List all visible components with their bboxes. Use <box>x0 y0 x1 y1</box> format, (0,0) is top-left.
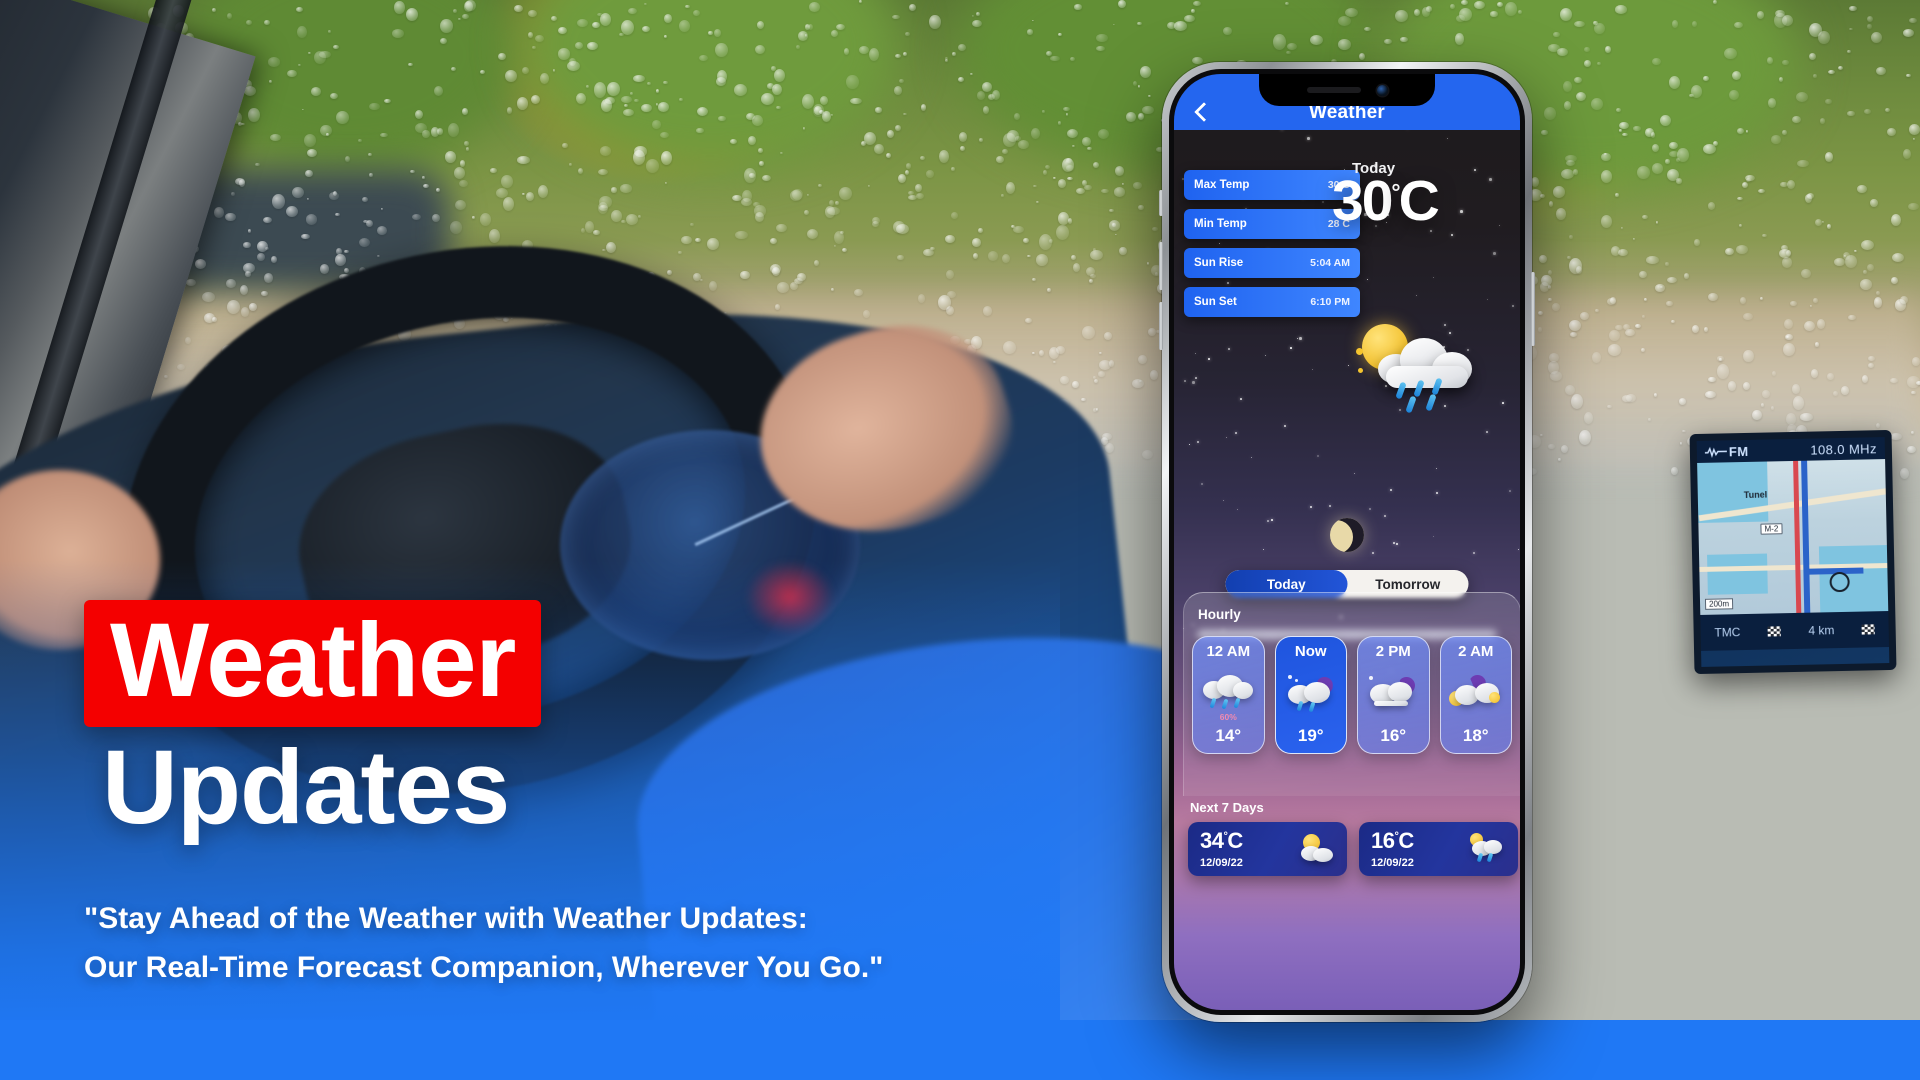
stat-label: Max Temp <box>1194 179 1250 191</box>
day-date: 12/09/22 <box>1371 856 1414 869</box>
cloud-shape <box>1378 336 1474 392</box>
hour-temp: 19° <box>1297 726 1324 745</box>
current-weather-section: Max Temp 30 C Min Temp 28 C Sun Rise 5:0… <box>1174 130 1520 639</box>
promo-title-block: Weather Updates <box>84 600 1084 843</box>
remaining-distance: 4 km <box>1808 623 1835 638</box>
day-forecast-card[interactable]: 34°C 12/09/22 <box>1188 822 1347 876</box>
map-road-label: M-2 <box>1760 523 1783 535</box>
phone-mute-switch[interactable] <box>1159 190 1163 216</box>
rain-cloud-night-icon <box>1284 673 1338 713</box>
stat-value: 6:10 PM <box>1310 296 1350 308</box>
heavy-rain-cloud-icon: 60% <box>1201 673 1255 722</box>
hour-temp: 14° <box>1215 726 1242 745</box>
title-subtitle: Updates <box>102 729 510 846</box>
promo-tagline: "Stay Ahead of the Weather with Weather … <box>84 895 1144 992</box>
hourly-card[interactable]: 2 PM 16° <box>1357 636 1430 754</box>
hour-temp: 18° <box>1462 726 1489 745</box>
phone-notch <box>1259 74 1435 106</box>
hourly-forecast-panel: Hourly 12 AM 60% 14° Now 19° 2 PM 16° 2 … <box>1183 592 1520 796</box>
degree-symbol: ° <box>1391 179 1400 205</box>
car-interior <box>0 0 1920 1080</box>
radio-frequency: 108.0 MHz <box>1810 440 1878 458</box>
tagline-line-1: "Stay Ahead of the Weather with Weather … <box>84 902 808 935</box>
hourly-title: Hourly <box>1198 607 1241 622</box>
precipitation-chance: 60% <box>1219 712 1237 722</box>
front-camera-icon <box>1376 84 1388 96</box>
stat-label: Sun Set <box>1194 296 1237 308</box>
tagline-line-2: Our Real-Time Forecast Companion, Wherev… <box>84 950 884 984</box>
crescent-moon-icon <box>1330 518 1364 552</box>
sun-behind-rain-cloud-icon <box>1356 320 1486 414</box>
fm-band-indicator: FM <box>1704 443 1749 459</box>
hour-temp: 16° <box>1380 726 1407 745</box>
hour-time: 2 AM <box>1458 643 1494 660</box>
traffic-label: TMC <box>1714 625 1741 640</box>
day-card-text: 34°C 12/09/22 <box>1200 827 1243 869</box>
stat-value: 5:04 AM <box>1310 257 1350 269</box>
hourly-card[interactable]: 12 AM 60% 14° <box>1192 636 1265 754</box>
title-badge-text: Weather <box>110 602 516 719</box>
today-temperature: 30°C <box>1332 173 1512 230</box>
stat-row-sun-set[interactable]: Sun Set 6:10 PM <box>1184 287 1360 317</box>
navigation-status-bar: TMC 4 km <box>1700 611 1890 651</box>
today-temperature-block: Today 30°C <box>1332 160 1512 230</box>
stat-label: Sun Rise <box>1194 257 1244 269</box>
stat-label: Min Temp <box>1194 218 1247 230</box>
checkered-flag-icon <box>1861 624 1875 635</box>
phone-mockup: Weather Max Temp 30 C Min Temp 28 C Sun … <box>1159 62 1535 1022</box>
fm-label: FM <box>1728 443 1749 459</box>
temperature-unit: C <box>1398 169 1440 233</box>
day-temperature: 16°C <box>1371 827 1414 853</box>
phone-bezel: Weather Max Temp 30 C Min Temp 28 C Sun … <box>1169 69 1525 1015</box>
hour-time: 2 PM <box>1375 643 1411 660</box>
partly-cloudy-night-icon <box>1448 673 1503 713</box>
waveform-icon <box>1704 446 1727 458</box>
map-place-label: Tunel <box>1743 489 1768 501</box>
next-7-days-row: 34°C 12/09/22 16°C 12/09/22 <box>1188 822 1518 876</box>
checkered-flag-icon <box>1767 626 1781 637</box>
title-badge: Weather <box>84 600 542 727</box>
day-card-text: 16°C 12/09/22 <box>1371 827 1414 869</box>
earpiece-speaker-icon <box>1306 87 1361 93</box>
bottom-blue-banner <box>0 1020 1920 1080</box>
hour-time: Now <box>1294 643 1327 660</box>
navigation-map: M-2 Tunel 200m <box>1697 459 1889 615</box>
phone-power-button[interactable] <box>1531 272 1535 346</box>
stat-row-sun-rise[interactable]: Sun Rise 5:04 AM <box>1184 248 1360 278</box>
car-navigation-screen: FM 108.0 MHz M-2 Tunel 200m TMC 4 km <box>1689 429 1897 675</box>
day-date: 12/09/22 <box>1200 856 1243 869</box>
day-temperature: 34°C <box>1200 827 1243 853</box>
rain-cloud-sun-icon <box>1466 832 1506 866</box>
hour-time: 12 AM <box>1206 643 1251 660</box>
hourly-card-selected[interactable]: Now 19° <box>1274 636 1347 754</box>
phone-volume-up[interactable] <box>1159 242 1163 290</box>
day-forecast-card[interactable]: 16°C 12/09/22 <box>1359 822 1518 876</box>
map-scale-label: 200m <box>1704 598 1734 610</box>
sun-behind-cloud-icon <box>1295 832 1335 866</box>
phone-screen: Weather Max Temp 30 C Min Temp 28 C Sun … <box>1174 74 1520 1010</box>
next-7-days-title: Next 7 Days <box>1190 800 1264 815</box>
hourly-cards-row: 12 AM 60% 14° Now 19° 2 PM 16° 2 AM 18° <box>1184 622 1520 754</box>
temperature-value: 30 <box>1332 169 1393 233</box>
fog-cloud-night-icon <box>1366 673 1420 713</box>
hourly-card[interactable]: 2 AM 18° <box>1439 636 1512 754</box>
phone-volume-down[interactable] <box>1159 302 1163 350</box>
